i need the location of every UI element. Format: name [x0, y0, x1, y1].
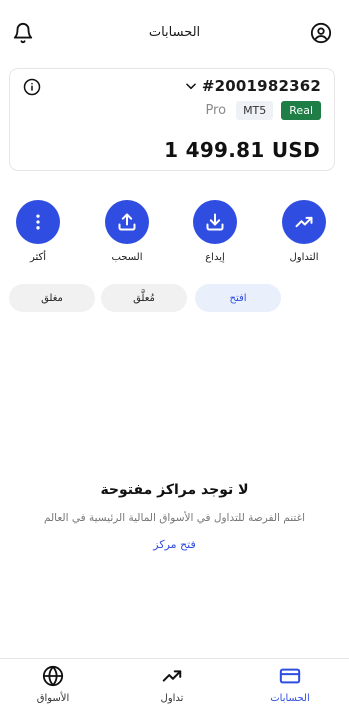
more-label: أكثر [29, 252, 47, 263]
account-id: #2001982362 [201, 77, 321, 95]
account-actions: التداول إيداع السحب أكثر [0, 200, 349, 270]
tab-pending[interactable]: مُعلَّق [101, 284, 187, 312]
page-title: الحسابات [148, 25, 201, 40]
nav-item-accounts[interactable]: الحسابات [250, 665, 330, 704]
app-header: الحسابات [0, 0, 349, 68]
tab-open[interactable]: افتح [195, 284, 281, 312]
trade-action[interactable]: التداول [269, 200, 339, 263]
account-badges: Pro MT5 Real [205, 101, 321, 120]
deposit-label: إيداع [205, 252, 225, 263]
tab-closed[interactable]: مغلق [9, 284, 95, 312]
account-card[interactable]: #2001982362 Pro MT5 Real 1 499.81 USD [9, 68, 335, 171]
trade-button[interactable] [282, 200, 326, 244]
chevron-down-icon [186, 83, 196, 90]
deposit-button[interactable] [193, 200, 237, 244]
real-badge: Real [281, 101, 321, 120]
more-vertical-icon [36, 214, 40, 230]
account-selector[interactable]: #2001982362 [184, 77, 321, 95]
trade-label: التداول [289, 252, 319, 263]
deposit-action[interactable]: إيداع [180, 200, 250, 263]
upload-icon [118, 213, 136, 231]
trending-up-icon [295, 216, 313, 228]
globe-icon [42, 665, 64, 687]
trending-up-icon [162, 670, 182, 682]
more-action[interactable]: أكثر [3, 200, 73, 263]
nav-item-markets[interactable]: الأسواق [13, 665, 93, 704]
account-type-label: Pro [205, 103, 227, 118]
card-icon [279, 668, 301, 684]
empty-state-subtitle: اغتنم الفرصة للتداول في الأسواق المالية … [43, 512, 306, 524]
nav-label-accounts: الحسابات [270, 693, 310, 704]
download-icon [206, 213, 224, 231]
open-position-link[interactable]: فتح مركز [153, 538, 195, 551]
info-icon[interactable] [23, 78, 41, 96]
more-button[interactable] [16, 200, 60, 244]
user-circle-icon[interactable] [310, 22, 332, 44]
platform-badge: MT5 [236, 101, 274, 120]
nav-item-trade[interactable]: تداول [132, 665, 212, 704]
positions-tabs: افتح مُعلَّق مغلق [9, 284, 335, 312]
bottom-nav: الحسابات تداول الأسواق [0, 658, 349, 720]
withdraw-label: السحب [111, 252, 143, 263]
nav-label-trade: تداول [160, 693, 184, 704]
withdraw-button[interactable] [105, 200, 149, 244]
empty-state-title: لا توجد مراكز مفتوحة [100, 482, 249, 498]
empty-state: لا توجد مراكز مفتوحة اغتنم الفرصة للتداو… [0, 482, 349, 552]
account-balance: 1 499.81 USD [164, 138, 320, 162]
nav-label-markets: الأسواق [36, 693, 70, 704]
withdraw-action[interactable]: السحب [92, 200, 162, 263]
